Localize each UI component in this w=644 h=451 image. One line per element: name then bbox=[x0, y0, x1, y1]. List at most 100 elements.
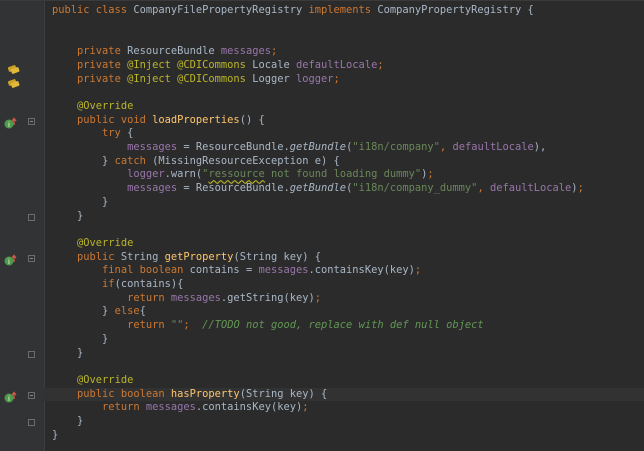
code-token: } bbox=[52, 415, 84, 427]
fold-collapse-icon[interactable] bbox=[28, 254, 35, 262]
code-line[interactable]: return ""; //TODO not good, replace with… bbox=[44, 319, 644, 333]
implements-method-icon[interactable]: i bbox=[4, 115, 18, 129]
fold-end-icon[interactable] bbox=[28, 213, 35, 221]
editor-gutter: i i i bbox=[0, 1, 45, 451]
code-line[interactable]: public String getProperty(String key) { bbox=[44, 251, 644, 265]
code-token: ResourceBundle bbox=[127, 45, 221, 58]
code-token: (String key) { bbox=[239, 387, 328, 400]
code-line[interactable]: return messages.getString(key); bbox=[44, 292, 644, 306]
fold-collapse-icon[interactable] bbox=[28, 117, 35, 125]
code-token: ; bbox=[270, 45, 278, 58]
fold-end-icon[interactable] bbox=[28, 419, 35, 426]
code-line[interactable]: } bbox=[44, 347, 644, 361]
code-token: messages bbox=[127, 182, 184, 195]
code-line[interactable]: @Override bbox=[44, 237, 644, 251]
code-line[interactable]: } bbox=[44, 333, 644, 347]
code-token: return bbox=[102, 401, 146, 414]
code-token: public bbox=[77, 250, 121, 263]
code-token: ; bbox=[333, 72, 340, 85]
implements-method-icon[interactable]: i bbox=[4, 389, 18, 403]
code-token: messages bbox=[127, 141, 184, 153]
code-token: ; bbox=[414, 264, 422, 277]
code-line[interactable]: } bbox=[44, 210, 644, 224]
code-token: //TODO not good, replace with def null o… bbox=[202, 319, 484, 332]
code-line[interactable] bbox=[44, 31, 644, 45]
code-token: public class bbox=[52, 4, 134, 16]
code-token: else bbox=[114, 305, 140, 318]
code-line[interactable]: public class CompanyFilePropertyRegistry… bbox=[44, 4, 644, 18]
code-token: "i18n/company" bbox=[352, 141, 440, 153]
code-line[interactable]: } bbox=[44, 415, 644, 429]
code-token: @Override bbox=[77, 236, 134, 249]
code-token: loadProperties bbox=[152, 113, 240, 126]
code-token: ; bbox=[377, 58, 384, 71]
code-token: private bbox=[77, 58, 128, 71]
code-token: ; bbox=[183, 319, 203, 332]
code-line[interactable]: public boolean hasProperty(String key) { bbox=[44, 387, 644, 402]
code-token: ), bbox=[533, 141, 547, 153]
code-token: } bbox=[52, 154, 115, 167]
code-line[interactable]: messages = ResourceBundle.getBundle("i18… bbox=[44, 182, 644, 196]
code-token: @Override bbox=[77, 373, 134, 386]
code-token: } bbox=[52, 195, 109, 208]
code-editor[interactable]: i i i public class CompanyFilePropertyRegi… bbox=[0, 0, 644, 451]
code-token: { bbox=[139, 305, 146, 318]
code-token: (String key) { bbox=[233, 250, 322, 263]
code-line[interactable]: logger.warn("ressource not found loading… bbox=[44, 168, 644, 182]
code-line[interactable]: messages = ResourceBundle.getBundle("i18… bbox=[44, 141, 644, 155]
code-line[interactable]: private @Inject @CDICommons Logger logge… bbox=[44, 73, 644, 87]
code-token: } bbox=[52, 209, 84, 222]
code-line[interactable] bbox=[44, 18, 644, 32]
fold-end-icon[interactable] bbox=[28, 350, 35, 358]
code-line[interactable]: } bbox=[44, 429, 644, 443]
code-token: hasProperty bbox=[170, 387, 240, 400]
code-line[interactable]: final boolean contains = messages.contai… bbox=[44, 264, 644, 278]
code-token: public void bbox=[77, 113, 153, 126]
code-line[interactable] bbox=[44, 360, 644, 374]
code-line[interactable]: if(contains){ bbox=[44, 278, 644, 292]
code-token: .containsKey(key) bbox=[308, 264, 415, 277]
code-token: CompanyPropertyRegistry { bbox=[377, 4, 534, 16]
code-line[interactable]: try { bbox=[44, 127, 644, 141]
code-token: defaultLocale bbox=[452, 141, 534, 153]
code-token: { bbox=[127, 127, 134, 140]
code-line[interactable]: } catch (MissingResourceException e) { bbox=[44, 155, 644, 169]
code-token: ressource bbox=[208, 168, 265, 181]
code-line[interactable]: private @Inject @CDICommons Locale defau… bbox=[44, 59, 644, 73]
code-line[interactable]: @Override bbox=[44, 100, 644, 114]
code-line[interactable]: } bbox=[44, 196, 644, 210]
code-line[interactable]: } else{ bbox=[44, 305, 644, 319]
code-token: , bbox=[439, 141, 453, 153]
code-token: contains = bbox=[189, 264, 259, 277]
code-line[interactable] bbox=[44, 86, 644, 100]
bean-injection-icon[interactable] bbox=[7, 60, 20, 74]
code-area[interactable]: public class CompanyFilePropertyRegistry… bbox=[44, 1, 644, 451]
code-token: private bbox=[77, 72, 128, 85]
code-token: , bbox=[477, 182, 490, 195]
code-line[interactable] bbox=[44, 223, 644, 237]
code-token: messages bbox=[170, 291, 221, 304]
code-token: implements bbox=[308, 4, 378, 16]
svg-text:i: i bbox=[8, 258, 10, 266]
code-token: = ResourceBundle. bbox=[183, 182, 290, 195]
code-line[interactable]: public void loadProperties() { bbox=[44, 114, 644, 128]
implements-method-icon[interactable]: i bbox=[4, 252, 18, 266]
code-line[interactable]: @Override bbox=[44, 374, 644, 388]
code-token: getBundle bbox=[289, 182, 347, 195]
code-line[interactable]: private ResourceBundle messages; bbox=[44, 45, 644, 59]
bean-injection-icon[interactable] bbox=[7, 74, 20, 88]
code-token: return bbox=[127, 291, 171, 304]
code-line[interactable]: return messages.containsKey(key); bbox=[44, 401, 644, 415]
code-token: @Inject @CDICommons bbox=[127, 72, 253, 85]
fold-collapse-icon[interactable] bbox=[28, 391, 35, 399]
code-token: defaultLocale bbox=[489, 182, 572, 195]
